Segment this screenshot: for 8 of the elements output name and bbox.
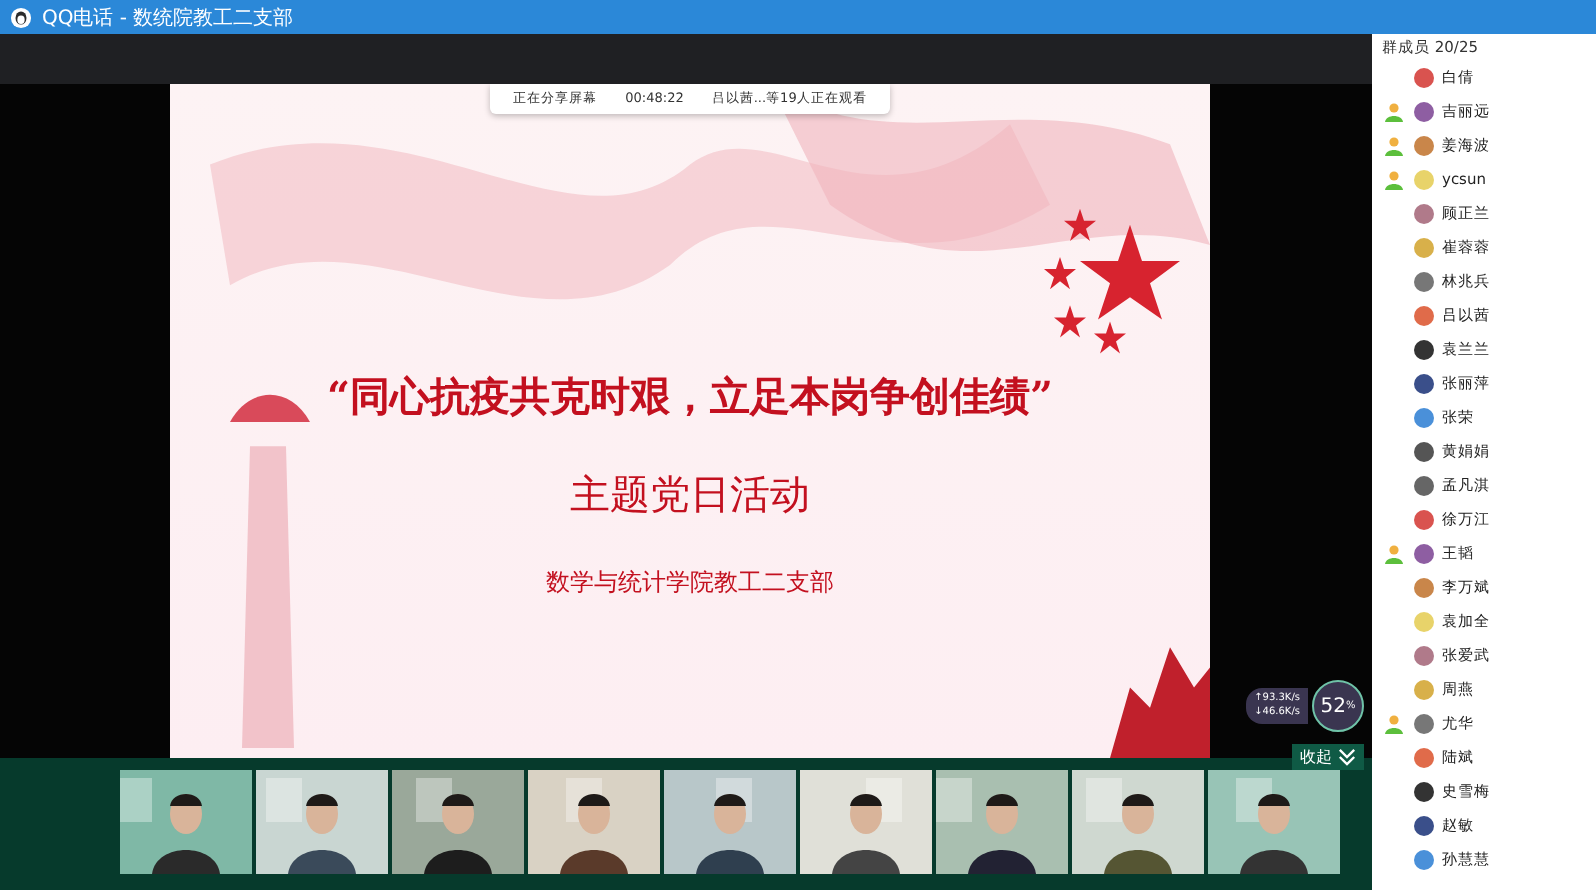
slide-organizer: 数学与统计学院教工二支部: [546, 566, 834, 600]
window-title: QQ电话 - 数统院教工二支部: [42, 5, 294, 31]
skyline-drawing: [1110, 647, 1210, 758]
slide-subtitle: 主题党日活动: [570, 468, 810, 522]
collapse-button[interactable]: 收起: [1292, 744, 1364, 770]
penguin-icon: [10, 5, 32, 29]
slide-title: “同心抗疫共克时艰，立足本岗争创佳绩”: [326, 370, 1053, 424]
chevron-icon: [1338, 748, 1356, 766]
